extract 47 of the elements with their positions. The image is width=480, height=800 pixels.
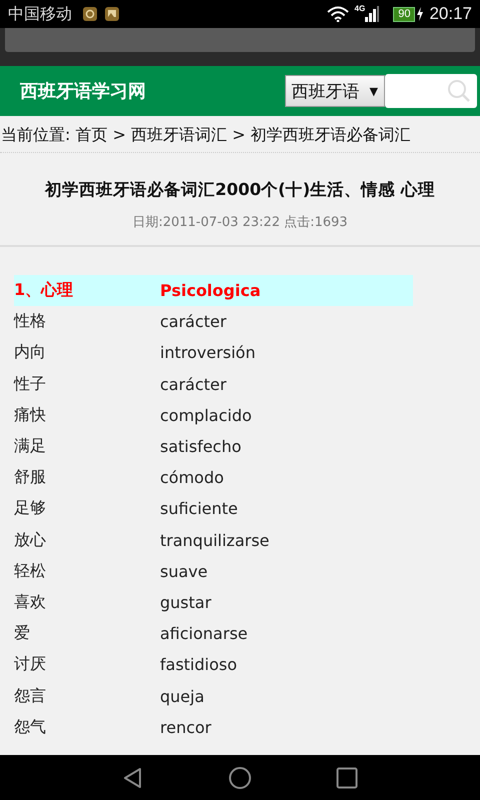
battery-indicator: 90 (393, 6, 416, 22)
language-select[interactable]: 西班牙语 ▼ (284, 75, 385, 107)
chinese-term: 性格 (14, 311, 47, 332)
spanish-term: complacido (160, 406, 252, 425)
wifi-icon (326, 6, 349, 22)
chinese-term: 舒服 (14, 467, 47, 488)
chinese-term: 放心 (14, 530, 47, 551)
spanish-term: queja (160, 686, 204, 706)
carrier-name: 中国移动 (8, 4, 72, 24)
chinese-term: 怨气 (14, 716, 47, 738)
search-icon (447, 79, 471, 103)
chinese-term: 轻松 (14, 560, 47, 582)
chinese-term: 讨厌 (14, 654, 47, 676)
spanish-term: gustar (160, 592, 212, 612)
chinese-term: 1、心理 (14, 280, 74, 302)
chinese-term: 满足 (14, 436, 47, 458)
site-title[interactable]: 西班牙语学习网 (20, 79, 146, 103)
clock-time: 20:17 (429, 4, 472, 24)
spanish-term: satisfecho (160, 437, 242, 456)
article-title: 初学西班牙语必备词汇2000个(十)生活、情感 心理 (44, 179, 436, 201)
spanish-term: carácter (160, 312, 226, 332)
spanish-term: carácter (160, 374, 226, 394)
spanish-term: tranquilizarse (160, 530, 270, 550)
spanish-term: suficiente (160, 499, 238, 518)
spanish-term: suave (160, 562, 208, 581)
spanish-term: rencor (160, 718, 212, 737)
notification-icon (82, 6, 98, 22)
breadcrumb: 当前位置: 首页 > 西班牙语词汇 > 初学西班牙语必备词汇 (0, 116, 480, 153)
spanish-term: aficionarse (160, 624, 248, 644)
chinese-term: 内向 (14, 342, 47, 364)
chinese-term: 喜欢 (14, 592, 47, 613)
image-icon (104, 6, 120, 22)
spanish-term: Psicologica (160, 281, 261, 300)
chinese-term: 足够 (14, 498, 47, 520)
chinese-term: 怨言 (14, 686, 47, 707)
spanish-term: cómodo (160, 468, 224, 488)
recents-icon[interactable] (335, 766, 359, 790)
chinese-term: 爱 (14, 623, 31, 644)
chinese-term: 性子 (14, 374, 47, 395)
article-meta: 日期:2011-07-03 23:22 点击:1693 (0, 213, 480, 247)
home-icon[interactable] (228, 766, 252, 790)
network-type: 4G (354, 4, 366, 13)
search-field[interactable] (385, 74, 477, 108)
signal-icon (365, 6, 380, 22)
spanish-term: fastidioso (160, 655, 238, 674)
chinese-term: 痛快 (14, 404, 47, 426)
spanish-term: introversión (160, 343, 256, 362)
